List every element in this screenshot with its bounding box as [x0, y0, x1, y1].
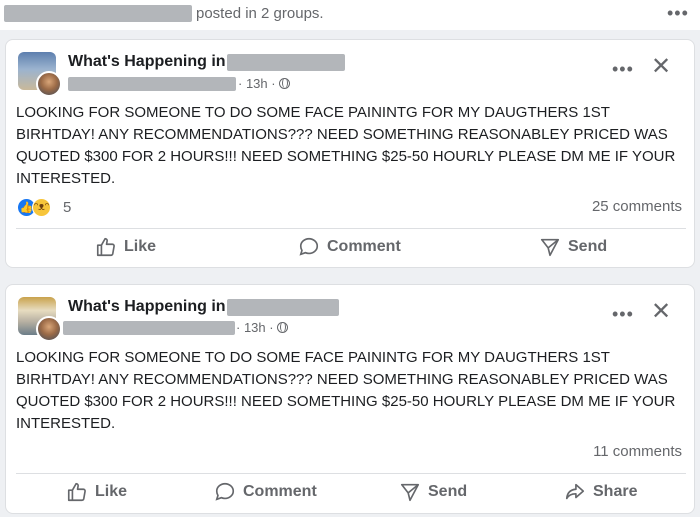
group-name-link[interactable]: What's Happening in [68, 298, 226, 316]
user-avatar[interactable] [36, 71, 62, 97]
comments-count-link[interactable]: 25 comments [592, 198, 682, 215]
send-button[interactable]: Send [399, 481, 467, 503]
group-name-link[interactable]: What's Happening in [68, 53, 226, 71]
thumbs-up-icon [96, 237, 115, 257]
like-label: Like [124, 238, 157, 255]
divider [16, 473, 686, 474]
comment-label: Comment [327, 238, 401, 255]
redacted-author-name [4, 5, 192, 22]
like-label: Like [95, 483, 128, 500]
redacted-group-name [227, 54, 345, 71]
close-icon[interactable]: ✕ [651, 300, 671, 324]
group-post-card: What's Happening in · 13h · ••• ✕ LOOKIN… [5, 39, 695, 268]
post-meta: · 13h · [238, 76, 291, 91]
globe-icon [277, 322, 289, 333]
send-label: Send [428, 483, 468, 500]
comment-bubble-icon [299, 237, 319, 256]
send-arrow-icon [540, 238, 560, 257]
comment-label: Comment [243, 483, 317, 500]
shared-post-header: posted in 2 groups. ••• [0, 0, 700, 30]
more-horizontal-icon[interactable]: ••• [612, 59, 634, 80]
post-time[interactable]: 13h [244, 320, 266, 335]
divider [16, 228, 686, 229]
globe-icon [279, 78, 291, 89]
send-button[interactable]: Send [539, 236, 607, 258]
share-arrow-icon [565, 483, 585, 500]
share-label: Share [593, 483, 638, 500]
comment-button[interactable]: Comment [214, 481, 317, 503]
thumbs-up-icon [67, 482, 86, 502]
like-button[interactable]: Like [66, 481, 127, 503]
group-post-card: What's Happening in · 13h · ••• ✕ LOOKIN… [5, 284, 695, 514]
comment-button[interactable]: Comment [298, 236, 401, 258]
redacted-poster-name [68, 77, 236, 91]
more-horizontal-icon[interactable]: ••• [612, 304, 634, 325]
post-meta: · 13h · [236, 320, 289, 335]
redacted-poster-name [63, 321, 235, 335]
post-body-text: LOOKING FOR SOMEONE TO DO SOME FACE PAIN… [16, 349, 676, 432]
redacted-group-name [227, 299, 339, 316]
comment-bubble-icon [215, 482, 235, 501]
post-time[interactable]: 13h [246, 76, 268, 91]
more-options-icon[interactable]: ••• [667, 3, 689, 24]
posted-in-groups-text: posted in 2 groups. [196, 5, 324, 22]
share-button[interactable]: Share [564, 481, 637, 503]
post-body-text: LOOKING FOR SOMEONE TO DO SOME FACE PAIN… [16, 104, 676, 187]
user-avatar[interactable] [36, 316, 62, 342]
like-button[interactable]: Like [95, 236, 156, 258]
post-avatar[interactable] [18, 297, 62, 342]
reaction-count: 5 [63, 199, 72, 216]
send-arrow-icon [400, 483, 420, 502]
send-label: Send [568, 238, 608, 255]
close-icon[interactable]: ✕ [651, 55, 671, 79]
comments-count-link[interactable]: 11 comments [593, 443, 682, 460]
post-avatar[interactable] [18, 52, 62, 97]
haha-reaction-icon: ᵔᴥᵔ [32, 198, 51, 217]
